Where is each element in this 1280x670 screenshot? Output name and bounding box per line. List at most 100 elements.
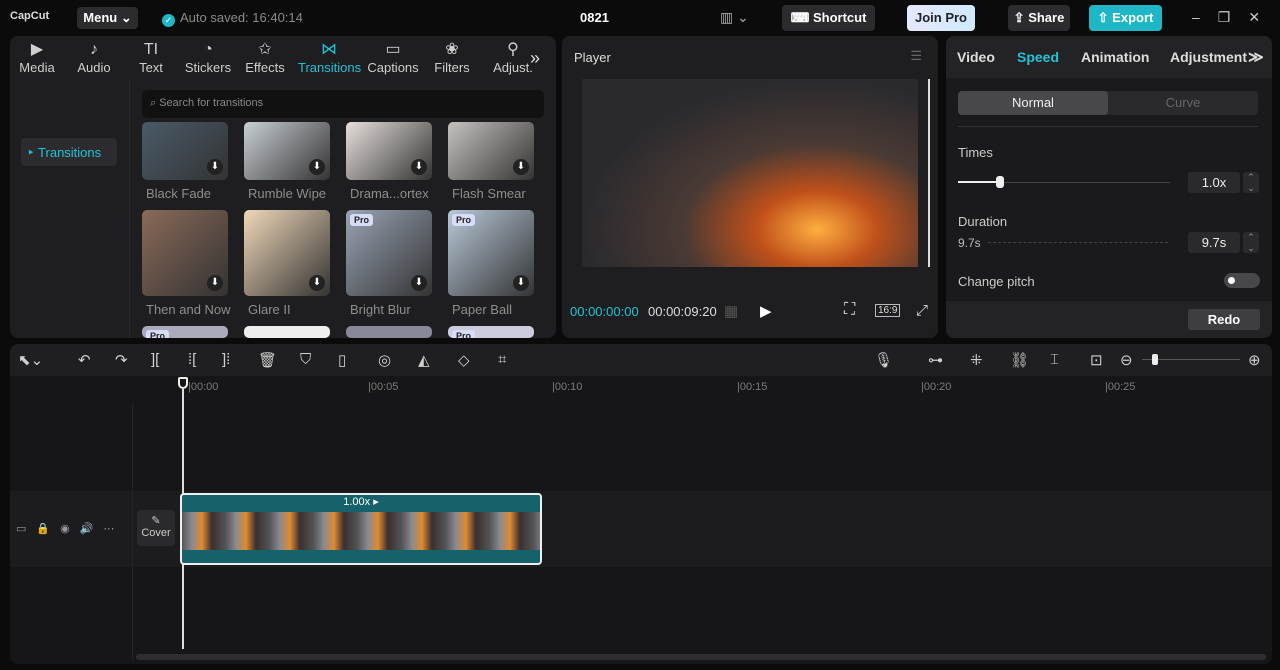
transition-item[interactable]: ⬇ xyxy=(346,122,432,180)
transition-item[interactable]: ⬇ xyxy=(142,122,228,180)
link-icon[interactable]: ⊶ xyxy=(928,351,943,369)
download-icon[interactable]: ⬇ xyxy=(207,275,223,291)
transition-item[interactable]: Pro xyxy=(448,326,534,338)
zoom-in-icon[interactable]: ⊕ xyxy=(1248,351,1261,369)
fit-icon[interactable]: ⛶ xyxy=(844,301,855,319)
transition-item[interactable] xyxy=(346,326,432,338)
redo-icon[interactable]: ↷ xyxy=(115,351,128,369)
transition-item[interactable]: ⬇ xyxy=(142,210,228,296)
transition-item[interactable]: ⬇ xyxy=(244,122,330,180)
ruler-tick: |00:05 xyxy=(368,381,399,393)
tab-label: Filters xyxy=(434,60,470,75)
transition-item[interactable] xyxy=(244,326,330,338)
rotate-icon[interactable]: ◇ xyxy=(458,351,470,369)
clip-filmstrip xyxy=(182,512,540,550)
undo-icon[interactable]: ↶ xyxy=(78,351,91,369)
transition-name: Flash Smear xyxy=(452,186,526,201)
snap-icon[interactable]: ⁜ xyxy=(970,351,983,369)
download-icon[interactable]: ⬇ xyxy=(309,275,325,291)
playhead-handle[interactable] xyxy=(178,377,188,389)
mirror-icon[interactable]: ◭ xyxy=(418,351,430,369)
more-tabs-icon[interactable]: » xyxy=(530,48,540,69)
split-left-icon[interactable]: ⁞[ xyxy=(188,351,196,368)
tab-text[interactable]: TI Text xyxy=(122,40,180,75)
preview-icon[interactable]: ⊡ xyxy=(1090,351,1103,369)
transition-item[interactable]: Pro ⬇ xyxy=(448,210,534,296)
transition-item[interactable]: Pro xyxy=(142,326,228,338)
download-icon[interactable]: ⬇ xyxy=(513,159,529,175)
mic-icon[interactable]: 🎙 xyxy=(874,351,893,369)
download-icon[interactable]: ⬇ xyxy=(411,275,427,291)
player-title: Player xyxy=(574,50,611,65)
freeze-icon[interactable]: ▯ xyxy=(338,351,346,369)
video-preview[interactable] xyxy=(582,79,918,267)
tab-audio[interactable]: ♪ Audio xyxy=(65,40,123,75)
layout-icon[interactable]: ▥ ⌄ xyxy=(720,9,749,26)
transition-item[interactable]: ⬇ xyxy=(448,122,534,180)
cover-button[interactable]: ✎ Cover xyxy=(137,510,175,546)
tab-media[interactable]: ▶ Media xyxy=(8,40,66,75)
tab-speed[interactable]: Speed xyxy=(1017,49,1059,65)
tab-animation[interactable]: Animation xyxy=(1081,49,1149,65)
change-pitch-toggle[interactable] xyxy=(1224,273,1260,288)
menu-button[interactable]: Menu ⌄ xyxy=(77,7,138,29)
shortcut-button[interactable]: ⌨ Shortcut xyxy=(782,5,875,31)
cover-label: Cover xyxy=(141,527,171,539)
more-properties-icon[interactable]: ≫ xyxy=(1248,48,1264,66)
tab-adjustment[interactable]: Adjustment xyxy=(1170,49,1247,65)
align-icon[interactable]: ⌶ xyxy=(1050,351,1059,368)
video-clip[interactable]: 1.00x ▸ xyxy=(180,493,542,565)
tab-captions[interactable]: ▭ Captions xyxy=(364,40,422,75)
duration-input[interactable]: 9.7s xyxy=(1188,232,1240,253)
transition-name: Black Fade xyxy=(146,186,212,201)
tab-effects[interactable]: ✩ Effects xyxy=(236,40,294,75)
share-button[interactable]: ⇪ Share xyxy=(1008,5,1070,31)
speed-icon[interactable]: ◎ xyxy=(378,351,391,369)
marker-icon[interactable]: ⛉ xyxy=(300,351,311,368)
transition-item[interactable]: Pro ⬇ xyxy=(346,210,432,296)
times-slider[interactable] xyxy=(958,176,1170,188)
download-icon[interactable]: ⬇ xyxy=(513,275,529,291)
fullscreen-icon[interactable]: ⤢ xyxy=(916,302,928,319)
download-icon[interactable]: ⬇ xyxy=(411,159,427,175)
search-input[interactable]: ⌕ Search for transitions xyxy=(142,90,544,118)
player-menu-icon[interactable]: ☰ xyxy=(910,48,922,64)
zoom-slider-handle[interactable] xyxy=(1152,354,1158,365)
tab-filters[interactable]: ❀ Filters xyxy=(423,40,481,75)
crop-icon[interactable]: ⌗ xyxy=(498,351,506,368)
times-stepper[interactable]: ⌃ ⌄ xyxy=(1243,172,1259,193)
tab-transitions[interactable]: ⋈ Transitions xyxy=(298,40,361,75)
redo-button[interactable]: Redo xyxy=(1188,309,1260,330)
timecode-grid-icon[interactable]: ▦ xyxy=(724,302,738,320)
mode-curve[interactable]: Curve xyxy=(1108,91,1258,115)
delete-icon[interactable]: 🗑 xyxy=(258,351,277,369)
times-input[interactable]: 1.0x xyxy=(1188,172,1240,193)
tab-video[interactable]: Video xyxy=(957,49,995,65)
auto-saved-text: Auto saved: 16:40:14 xyxy=(180,10,303,25)
transition-item[interactable]: ⬇ xyxy=(244,210,330,296)
zoom-out-icon[interactable]: ⊖ xyxy=(1120,351,1133,369)
select-icon[interactable]: ⬉⌄ xyxy=(18,351,43,369)
join-pro-button[interactable]: Join Pro xyxy=(907,5,975,31)
horizontal-scrollbar[interactable] xyxy=(136,654,1266,660)
chain-icon[interactable]: ⛓ xyxy=(1010,351,1029,369)
window-controls[interactable]: –❐✕ xyxy=(1192,9,1278,26)
zoom-slider[interactable] xyxy=(1142,354,1240,365)
share-label: Share xyxy=(1028,10,1065,25)
play-button[interactable]: ▶ xyxy=(760,302,772,320)
aspect-ratio-button[interactable]: 16:9 xyxy=(875,304,901,317)
export-button[interactable]: ⇧ Export xyxy=(1089,5,1162,31)
download-icon[interactable]: ⬇ xyxy=(309,159,325,175)
download-icon[interactable]: ⬇ xyxy=(207,159,223,175)
times-slider-handle[interactable] xyxy=(996,176,1005,188)
tab-label: Captions xyxy=(367,60,419,75)
split-right-icon[interactable]: ]⁞ xyxy=(222,351,230,368)
split-icon[interactable]: ][ xyxy=(151,351,159,368)
properties-panel: Normal Curve Times 1.0x ⌃ ⌄ Duration 9.7s… xyxy=(946,36,1272,338)
sidebar-item-transitions[interactable]: ‣ Transitions xyxy=(21,138,117,166)
duration-stepper[interactable]: ⌃ ⌄ xyxy=(1243,232,1259,253)
tab-label: Text xyxy=(139,60,163,75)
tab-stickers[interactable]: ◔ Stickers xyxy=(179,40,237,75)
track-controls[interactable]: ▭🔒◉🔊⋯ xyxy=(16,522,124,535)
mode-normal[interactable]: Normal xyxy=(958,91,1108,115)
